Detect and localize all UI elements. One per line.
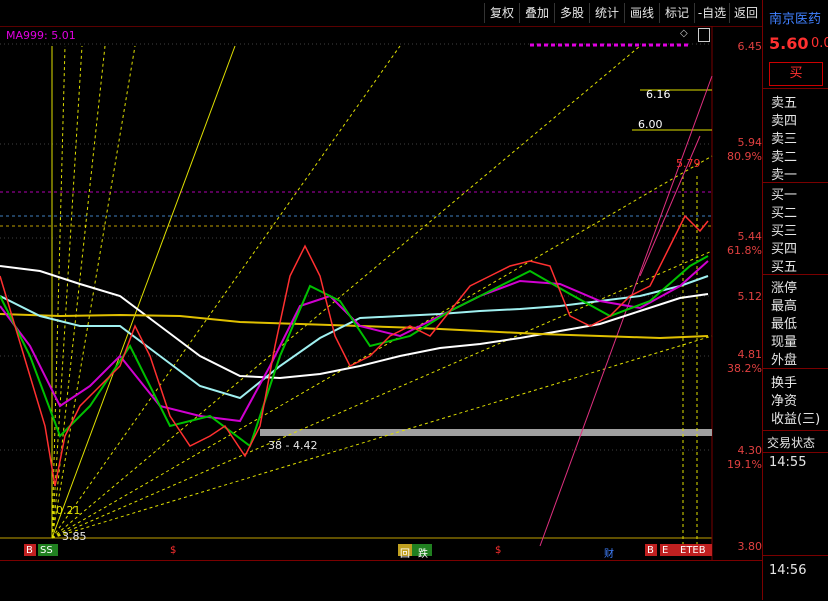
ma-green [0,255,709,448]
quote-sidebar: 南京医药 5.60 0.0 买 卖五 卖四 卖三 卖二 卖一 买一 买二 买三 … [762,0,828,600]
price-axis-pct: 38.2% [727,362,762,375]
stat-low: 最低 [771,317,798,332]
price-axis-label: 5.94 [737,136,763,149]
candlestick-chart[interactable]: B SS $ 回 跌 $ 财 B E ETEB 6.16 6.00 5.79 3… [0,26,762,560]
price-axis-pct: 80.9% [727,150,762,163]
time-label-1: 14:55 [769,455,807,470]
sell-level-2: 卖二 [771,150,798,165]
level-616-label: 6.16 [646,88,671,101]
divider [763,430,828,431]
statistics-button[interactable]: 统计 [589,3,624,23]
event-label: 跌 [418,549,428,560]
event-label: $ [170,545,177,556]
multi-stock-button[interactable]: 多股 [554,3,589,23]
price-axis-label: 5.44 [737,230,763,243]
overlay-button[interactable]: 叠加 [519,3,554,23]
chart-canvas [0,26,713,560]
divider [763,555,828,556]
panel-toggle-icon[interactable] [698,28,710,42]
remove-watchlist-button[interactable]: -自选 [694,3,729,23]
price-axis-pct: 19.1% [727,458,762,471]
trade-status-label: 交易状态 [767,436,816,450]
event-label: SS [40,545,53,556]
stat-earnings: 收益(三) [771,412,821,427]
low-mark-label: 3.85 [62,530,87,543]
current-price: 5.60 [769,34,809,53]
price-axis-pct: 61.8% [727,244,762,257]
event-label: ETEB [680,545,706,556]
chart-toolbar: 复权 叠加 多股 统计 画线 标记 -自选 返回 [0,0,762,27]
stat-turnover: 换手 [771,376,798,391]
time-label-2: 14:56 [769,563,807,578]
range-label: 38 - 4.42 [268,439,318,452]
price-axis-label: 4.81 [737,348,763,361]
sell-level-5: 卖五 [771,96,798,111]
stat-limit-up: 涨停 [771,281,798,296]
event-label: 财 [604,549,614,560]
buy-level-4: 买四 [771,242,798,257]
event-label: E [662,545,669,556]
back-button[interactable]: 返回 [729,3,762,23]
stat-volume: 现量 [771,335,798,350]
price-axis-label: 6.45 [737,40,763,53]
event-label: B [26,545,33,556]
event-label: B [647,545,654,556]
stat-high: 最高 [771,299,798,314]
ma999-label: MA999: 5.01 [6,29,76,42]
buy-level-2: 买二 [771,206,798,221]
divider [763,274,828,275]
range-band [260,429,712,436]
stock-name: 南京医药 [769,12,822,27]
level-600-label: 6.00 [638,118,663,131]
buy-level-1: 买一 [771,188,798,203]
buy-level-3: 买三 [771,224,798,239]
divider [763,452,828,453]
bottom-bar [0,560,762,601]
buy-button[interactable]: 买 [769,62,823,86]
divider [763,88,828,89]
restore-rights-button[interactable]: 复权 [484,3,519,23]
divider [763,182,828,183]
high-mark-label: 5.79 [676,157,701,170]
price-axis-label: 5.12 [737,290,763,303]
mark-button[interactable]: 标记 [659,3,694,23]
event-label: $ [495,545,502,556]
divider [763,368,828,369]
draw-line-button[interactable]: 画线 [624,3,659,23]
diamond-icon[interactable]: ◇ [680,28,688,39]
ma-magenta [0,260,709,423]
price-axis-label: 4.30 [737,444,763,457]
low-mark2-label: 0.21 [56,504,81,517]
sell-level-4: 卖四 [771,114,798,129]
stat-net-assets: 净资 [771,394,798,409]
sell-level-1: 卖一 [771,168,798,183]
price-axis-label: 3.80 [737,540,763,553]
buy-level-5: 买五 [771,260,798,275]
price-trace [0,214,709,487]
price-change: 0.0 [811,36,828,51]
event-label: 回 [400,549,410,560]
sell-level-3: 卖三 [771,132,798,147]
stat-outer: 外盘 [771,353,798,368]
